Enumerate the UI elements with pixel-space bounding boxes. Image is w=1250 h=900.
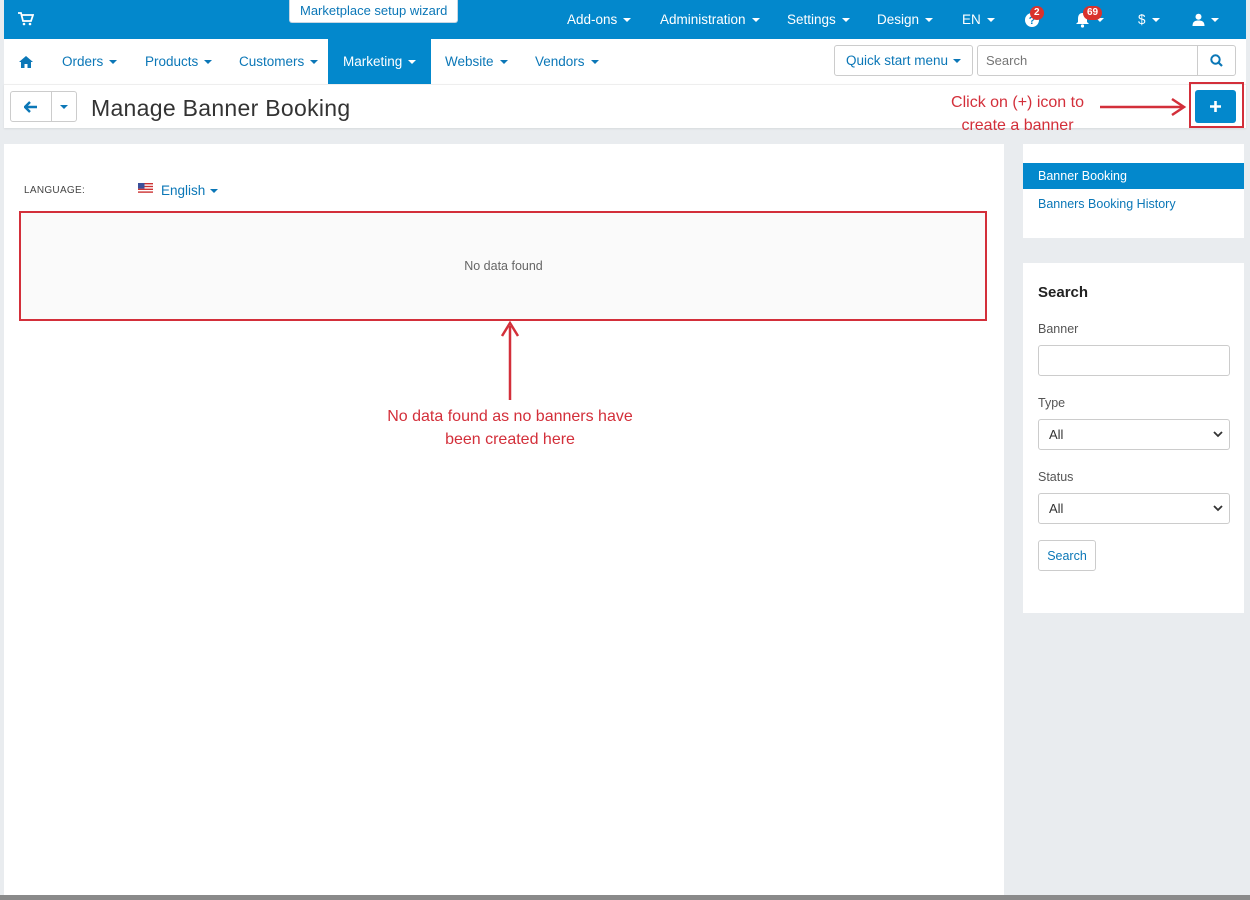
nav-website[interactable]: Website — [445, 39, 508, 84]
page-title: Manage Banner Booking — [91, 95, 351, 121]
language-menu[interactable]: EN — [962, 0, 995, 39]
add-banner-annotation: Click on (+) icon to create a banner — [951, 94, 1084, 134]
add-button-highlight — [1189, 82, 1244, 128]
empty-state-annotation: No data found as no banners have been cr… — [387, 408, 633, 448]
settings-menu[interactable]: Settings — [787, 0, 850, 39]
arrow-left-icon — [24, 100, 37, 113]
addons-menu[interactable]: Add-ons — [567, 0, 632, 39]
search-panel: Search Banner Type All Status All Search — [1023, 263, 1244, 613]
status-label: Status — [1038, 470, 1074, 484]
search-button[interactable] — [1197, 45, 1236, 76]
administration-menu[interactable]: Administration — [660, 0, 760, 39]
top-bar: Add-ons Administration Settings Design E… — [4, 0, 1246, 39]
search-input[interactable] — [977, 45, 1199, 76]
us-flag-icon — [138, 183, 153, 193]
back-button[interactable] — [10, 91, 52, 122]
quick-start-menu[interactable]: Quick start menu — [834, 45, 973, 76]
type-label: Type — [1038, 396, 1066, 410]
language-selector[interactable]: English — [161, 183, 219, 198]
chevron-down-icon — [1213, 505, 1223, 512]
window-bottom-edge — [0, 895, 1250, 900]
sidebar-item-banner-booking[interactable]: Banner Booking — [1023, 163, 1244, 189]
language-label: LANGUAGE: — [24, 185, 86, 196]
home-button[interactable] — [4, 39, 47, 84]
nav-customers[interactable]: Customers — [239, 39, 319, 84]
cart-icon[interactable] — [18, 12, 34, 26]
status-select[interactable]: All — [1038, 493, 1230, 524]
marketplace-setup-wizard[interactable]: Marketplace setup wizard — [289, 0, 459, 23]
help-badge: 2 — [1030, 6, 1044, 20]
notifications-badge: 69 — [1083, 6, 1103, 20]
sidebar-nav: Banner Booking Banners Booking History — [1023, 144, 1244, 238]
user-menu[interactable] — [1192, 0, 1219, 39]
empty-state-highlight — [19, 211, 987, 321]
design-menu[interactable]: Design — [877, 0, 934, 39]
search-panel-title: Search — [1038, 284, 1089, 301]
banner-label: Banner — [1038, 322, 1079, 336]
user-icon — [1192, 13, 1205, 26]
chevron-down-icon — [60, 104, 68, 109]
type-select[interactable]: All — [1038, 419, 1230, 450]
search-icon — [1210, 54, 1223, 67]
nav-products[interactable]: Products — [145, 39, 213, 84]
currency-menu[interactable]: $ — [1138, 0, 1160, 39]
chevron-down-icon — [1213, 431, 1223, 438]
main-navigation: Orders Products Customers Marketing Webs… — [4, 39, 1246, 84]
history-dropdown-button[interactable] — [51, 91, 77, 122]
nav-vendors[interactable]: Vendors — [535, 39, 599, 84]
sidebar-item-booking-history[interactable]: Banners Booking History — [1023, 191, 1244, 217]
home-icon — [18, 55, 33, 68]
nav-orders[interactable]: Orders — [62, 39, 118, 84]
sidebar-search-button[interactable]: Search — [1038, 540, 1096, 571]
nav-marketing[interactable]: Marketing — [328, 39, 431, 84]
banner-field[interactable] — [1038, 345, 1230, 376]
